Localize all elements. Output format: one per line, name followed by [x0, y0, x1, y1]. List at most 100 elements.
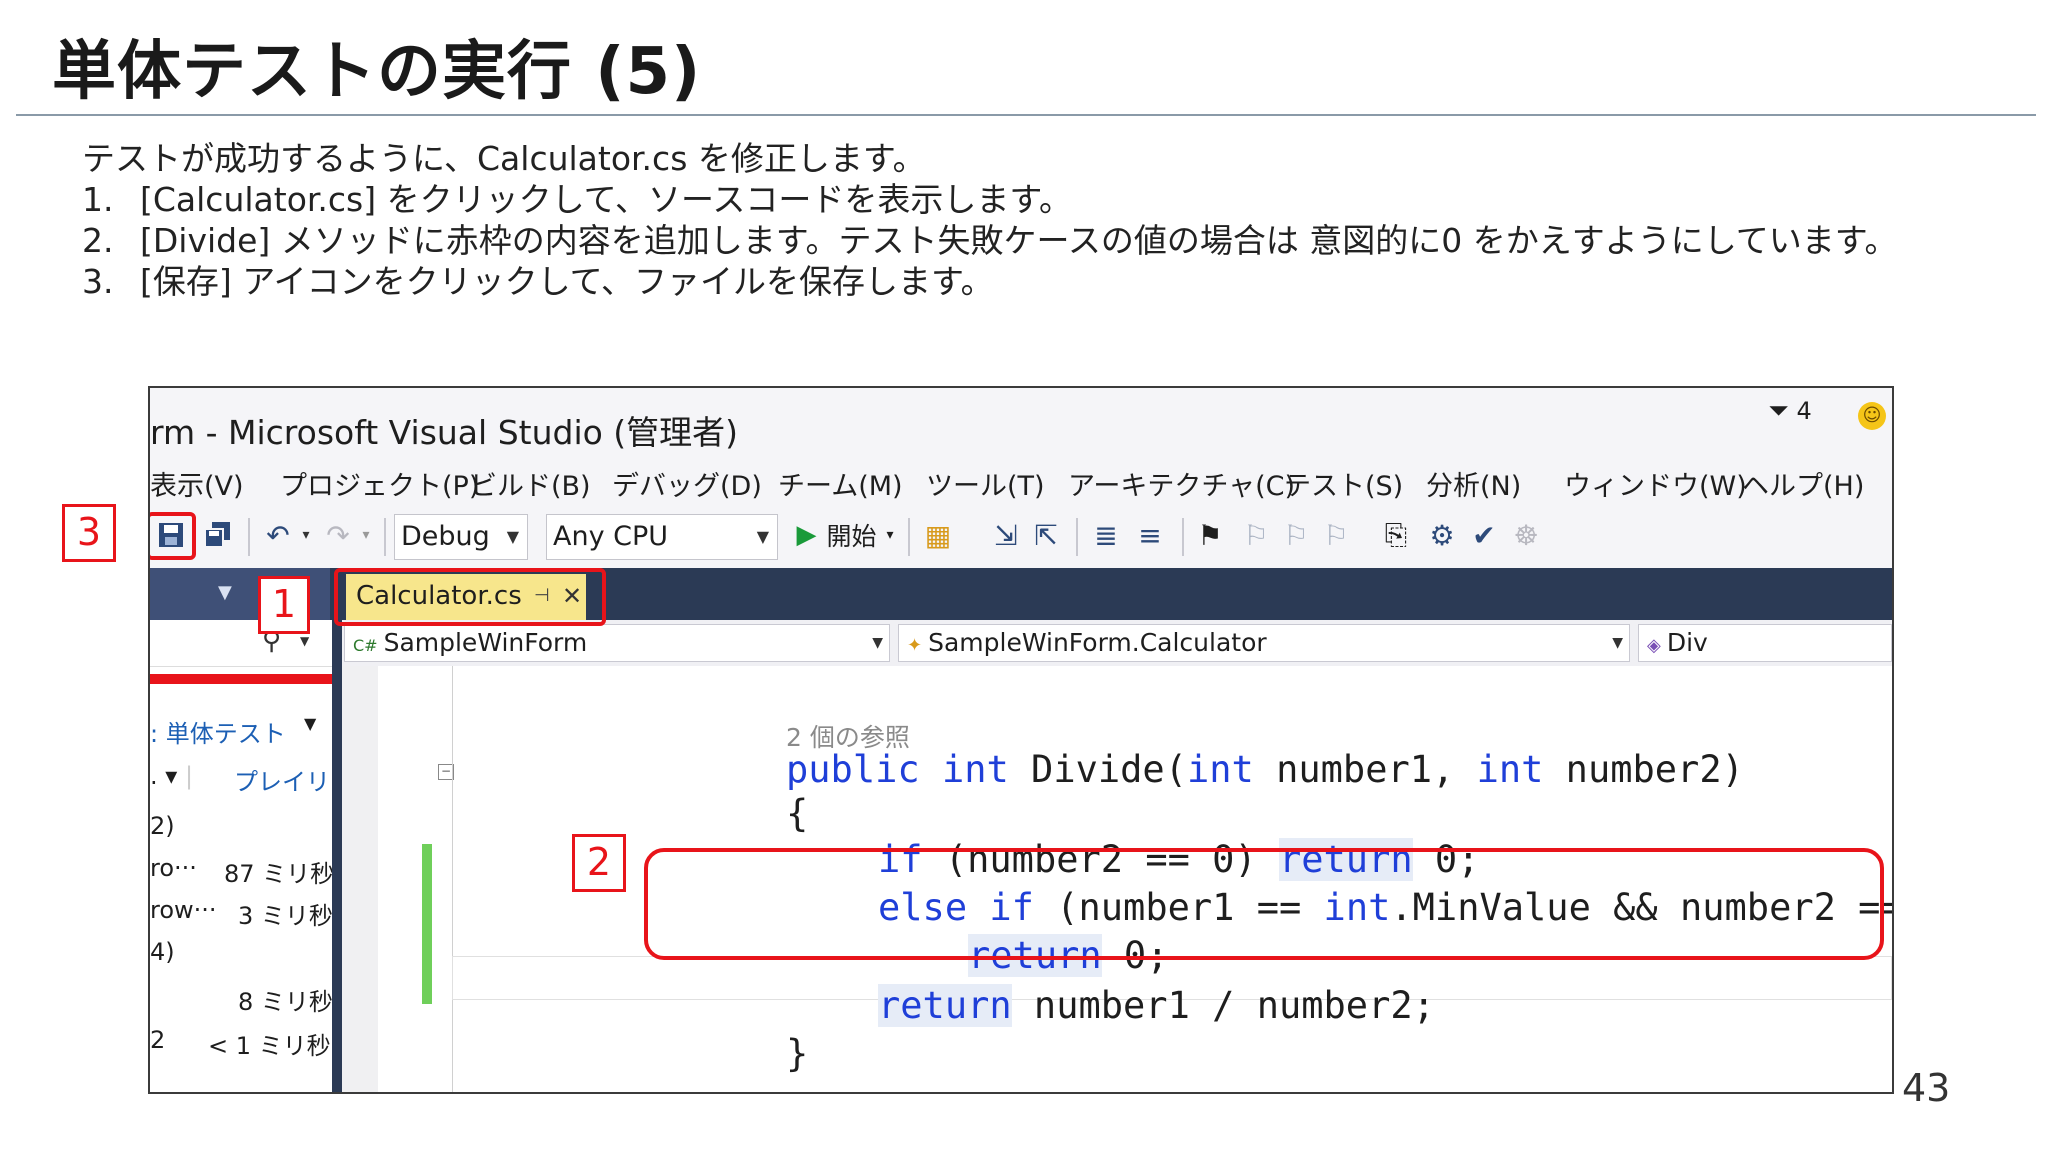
undo-icon[interactable]: ↶: [258, 514, 298, 556]
keyword: public: [786, 748, 920, 791]
project-select[interactable]: C# SampleWinForm ▼: [344, 624, 890, 662]
toolbar-separator: [1182, 518, 1184, 556]
bookmark-icon[interactable]: ⚑: [1190, 514, 1230, 556]
code-text: number1,: [1253, 748, 1477, 791]
next-bookmark-icon[interactable]: ⚐: [1276, 514, 1316, 556]
check-in-icon[interactable]: ✔: [1464, 514, 1504, 556]
menu-bar: 表示(V) プロジェクト(P) ビルド(B) デバッグ(D) チーム(M) ツー…: [150, 456, 1892, 504]
callout-3: 3: [62, 504, 116, 562]
step-number: 2.: [82, 221, 114, 260]
menu-team[interactable]: チーム(M): [778, 464, 903, 503]
outline-line: [452, 666, 453, 1092]
navigation-bar: C# SampleWinForm ▼ ✦ SampleWinForm.Calculat…: [342, 620, 1892, 666]
step-into-icon[interactable]: ⇲: [986, 514, 1026, 556]
test-row-name[interactable]: 2: [150, 1026, 165, 1054]
test-row-name[interactable]: row···: [150, 896, 217, 924]
group-by-dropdown[interactable]: . ▾ |: [150, 762, 193, 790]
menu-window[interactable]: ウィンドウ(W): [1564, 464, 1747, 503]
callout-1: 1: [258, 576, 310, 634]
slide-title: 単体テストの実行 (5): [52, 35, 702, 109]
prev-bookmark-icon[interactable]: ⚐: [1236, 514, 1276, 556]
csharp-project-icon: C#: [353, 636, 378, 655]
step-number: 3.: [82, 262, 114, 301]
window-title: rm - Microsoft Visual Studio (管理者): [150, 413, 739, 452]
keyword: int: [1186, 748, 1254, 791]
start-label: 開始: [826, 522, 877, 551]
intro-text: テストが成功するように、Calculator.cs を修正します。: [82, 139, 926, 178]
new-item-icon[interactable]: ⎘: [1376, 514, 1416, 556]
toolbar-separator: [248, 518, 250, 556]
menu-view[interactable]: 表示(V): [150, 464, 244, 503]
test-status-bar: [150, 674, 332, 684]
step-text: [Calculator.cs] をクリックして、ソースコードを表示します。: [140, 180, 1073, 219]
test-row-time: 8 ミリ秒: [238, 988, 333, 1016]
solution-platform-select[interactable]: Any CPU ▼: [546, 514, 778, 560]
title-divider: [16, 114, 2036, 116]
chevron-down-icon: ▼: [506, 527, 519, 546]
test-row-name[interactable]: ro···: [150, 854, 197, 882]
class-icon: ✦: [907, 635, 923, 656]
test-explorer-panel: ⚲ ▼ : 単体テスト ▼ . ▾ | プレイリス 2) ro··· 87 ミリ秒…: [150, 620, 354, 1092]
menu-test[interactable]: テスト(S): [1284, 464, 1403, 503]
keyword: int: [941, 748, 1009, 791]
keyword: int: [1476, 748, 1544, 791]
playlist-label[interactable]: : 単体テスト: [150, 714, 286, 749]
browse-icon[interactable]: ▦: [918, 514, 958, 556]
test-row-time: < 1 ミリ秒: [208, 1032, 331, 1060]
clear-bookmarks-icon[interactable]: ⚐: [1316, 514, 1356, 556]
title-bar: rm - Microsoft Visual Studio (管理者) ⏷ 4 ☺: [150, 388, 1892, 456]
member-select[interactable]: ◈ Div: [1638, 624, 1892, 662]
toolbar-separator: [384, 518, 386, 556]
page-number: 43: [1902, 1066, 1951, 1110]
step-number: 1.: [82, 180, 114, 219]
test-row-name[interactable]: 2): [150, 812, 175, 840]
extension-icon[interactable]: ☸: [1506, 514, 1546, 556]
editor-gutter: [342, 666, 378, 1092]
vs-screenshot: rm - Microsoft Visual Studio (管理者) ⏷ 4 ☺…: [148, 386, 1894, 1094]
project-value: SampleWinForm: [383, 628, 588, 657]
code-line-return-divide: return number1 / number2;: [878, 984, 1435, 1027]
menu-help[interactable]: ヘルプ(H): [1742, 464, 1864, 503]
change-indicator-bar: [422, 844, 432, 1004]
feedback-smiley-icon[interactable]: ☺: [1858, 402, 1886, 430]
menu-build[interactable]: ビルド(B): [470, 464, 591, 503]
toolbar-separator: [908, 518, 910, 556]
redo-icon[interactable]: ↷: [318, 514, 358, 556]
undo-dropdown-icon[interactable]: ▾: [298, 514, 314, 556]
menu-debug[interactable]: デバッグ(D): [612, 464, 762, 503]
panel-splitter[interactable]: [332, 620, 342, 1092]
step-1: 1. [Calculator.cs] をクリックして、ソースコードを表示します。: [82, 179, 1072, 220]
save-all-icon[interactable]: [200, 514, 236, 556]
menu-project[interactable]: プロジェクト(P): [280, 464, 479, 503]
step-over-icon[interactable]: ⇱: [1026, 514, 1066, 556]
standard-toolbar: ↶ ▾ ↷ ▾ Debug ▼ Any CPU ▼ ▶ 開始 ▾ ▦ ⇲ ⇱ ≣ ≡ ⚑…: [150, 504, 1892, 568]
test-row-name[interactable]: 4): [150, 938, 175, 966]
outdent-icon[interactable]: ≡: [1130, 514, 1170, 556]
chevron-down-icon: ▾: [886, 527, 894, 543]
notification-flag[interactable]: ⏷ 4: [1768, 396, 1812, 427]
start-button[interactable]: ▶ 開始 ▾: [790, 514, 900, 556]
keyword: return: [878, 984, 1012, 1027]
solution-configuration-select[interactable]: Debug ▼: [394, 514, 528, 560]
team-explorer-icon[interactable]: ⚙: [1422, 514, 1462, 556]
step-2: 2. [Divide] メソッドに赤枠の内容を追加します。テスト失敗ケースの値の場…: [82, 220, 1898, 261]
play-icon: ▶: [796, 520, 817, 550]
menu-analyze[interactable]: 分析(N): [1426, 464, 1521, 503]
menu-architecture[interactable]: アーキテクチャ(C): [1068, 464, 1295, 503]
notification-count: 4: [1796, 397, 1812, 425]
indent-icon[interactable]: ≣: [1086, 514, 1126, 556]
chevron-down-icon[interactable]: ▼: [304, 714, 316, 733]
tab-highlight-box: [334, 568, 606, 626]
code-text: Divide(: [1008, 748, 1187, 791]
class-select[interactable]: ✦ SampleWinForm.Calculator ▼: [898, 624, 1630, 662]
step-text: [保存] アイコンをクリックして、ファイルを保存します。: [140, 262, 994, 301]
chevron-down-icon: ▼: [872, 635, 883, 651]
chevron-down-icon[interactable]: ▼: [218, 582, 232, 603]
platform-value: Any CPU: [553, 521, 669, 552]
menu-tools[interactable]: ツール(T): [926, 464, 1045, 503]
class-value: SampleWinForm.Calculator: [928, 628, 1267, 657]
chevron-down-icon: ▼: [1612, 635, 1623, 651]
redo-dropdown-icon[interactable]: ▾: [358, 514, 374, 556]
chevron-down-icon: ▼: [300, 634, 310, 648]
test-row-time: 3 ミリ秒: [238, 902, 333, 930]
